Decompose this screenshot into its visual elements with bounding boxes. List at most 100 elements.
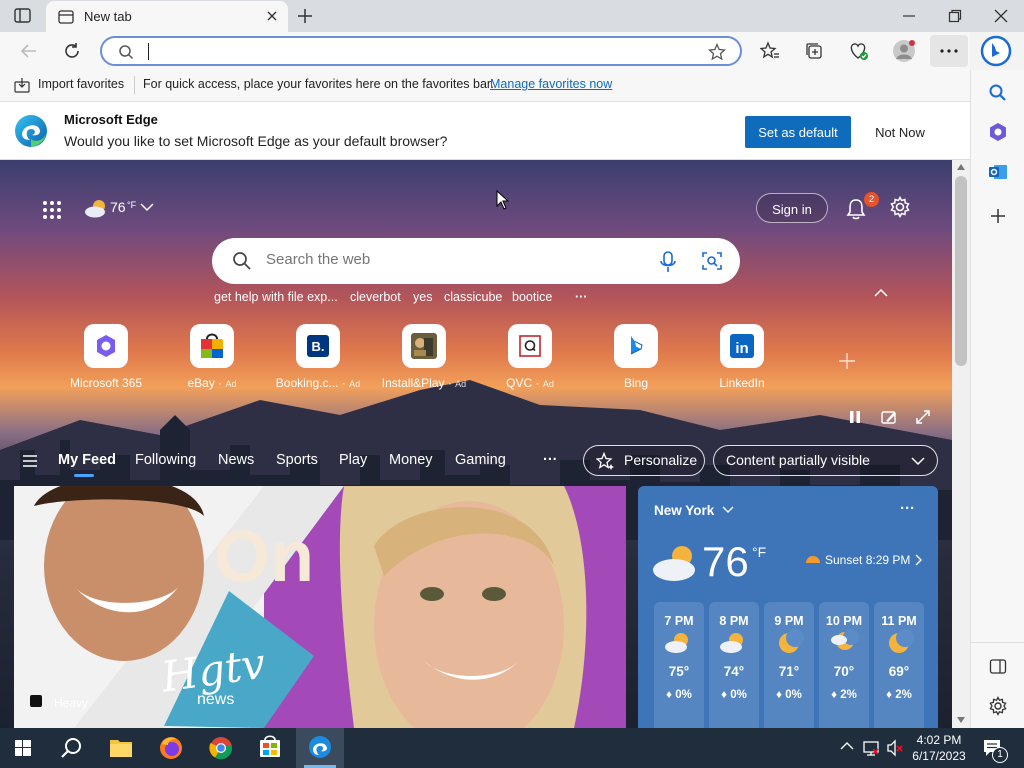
tab-play[interactable]: Play xyxy=(339,452,367,468)
hide-sidebar-icon[interactable] xyxy=(989,658,1007,676)
more-tabs[interactable]: ··· xyxy=(543,452,558,468)
set-as-default-button[interactable]: Set as default xyxy=(745,116,851,148)
chevron-right-icon[interactable] xyxy=(915,554,923,566)
import-favorites-icon[interactable] xyxy=(14,77,30,93)
quick-link-linkedin[interactable]: in LinkedIn xyxy=(698,324,786,390)
close-tab-icon[interactable] xyxy=(266,10,278,22)
edit-background-icon[interactable] xyxy=(881,409,897,425)
restore-icon[interactable] xyxy=(948,9,962,23)
hamburger-menu-icon[interactable] xyxy=(22,454,38,468)
minimize-icon[interactable] xyxy=(902,9,916,23)
page-scrollbar[interactable] xyxy=(952,160,970,728)
hour-temp: 71° xyxy=(778,664,800,679)
network-icon[interactable] xyxy=(862,739,880,757)
quick-link-bing[interactable]: Bing xyxy=(592,324,680,390)
refresh-icon[interactable] xyxy=(63,42,81,60)
not-now-button[interactable]: Not Now xyxy=(858,116,942,148)
page-settings-gear-icon[interactable] xyxy=(889,196,911,218)
personalize-button[interactable]: Personalize xyxy=(583,445,705,476)
ad-tag: Ad xyxy=(225,379,237,389)
microphone-icon[interactable] xyxy=(660,251,676,273)
taskbar-search-icon[interactable] xyxy=(48,728,94,768)
volume-muted-icon[interactable] xyxy=(886,739,904,757)
chevron-down-icon[interactable] xyxy=(722,506,734,514)
tab-title: New tab xyxy=(84,9,132,24)
import-favorites-label[interactable]: Import favorites xyxy=(38,77,124,91)
microsoft-store-icon[interactable] xyxy=(247,728,293,768)
quick-link-qvc[interactable]: QVC · Ad xyxy=(486,324,574,390)
bing-chat-icon[interactable] xyxy=(980,35,1012,67)
file-explorer-icon[interactable] xyxy=(98,728,144,768)
favorites-bar: Import favorites For quick access, place… xyxy=(0,70,970,102)
sidebar-search-icon[interactable] xyxy=(988,83,1008,103)
sign-in-button[interactable]: Sign in xyxy=(756,193,828,223)
browser-essentials-icon[interactable] xyxy=(848,41,870,61)
new-tab-plus-icon[interactable] xyxy=(296,7,314,25)
tab-new-tab[interactable]: New tab xyxy=(46,1,288,32)
quick-link-label: Microsoft 365 xyxy=(69,376,143,390)
collections-icon[interactable] xyxy=(804,41,824,61)
favorites-icon[interactable] xyxy=(760,41,780,61)
weather-more-options[interactable]: ··· xyxy=(900,500,915,517)
back-arrow-icon[interactable] xyxy=(20,42,38,60)
tab-following[interactable]: Following xyxy=(135,452,196,468)
tab-news[interactable]: News xyxy=(218,452,254,468)
hour-time: 10 PM xyxy=(825,614,863,628)
add-quick-link-plus-icon[interactable] xyxy=(838,352,856,370)
title-bar: New tab xyxy=(0,0,1024,32)
hgtv-logo-sub: news xyxy=(197,691,234,708)
apps-launcher-icon[interactable] xyxy=(42,200,62,220)
scroll-down-arrow-icon[interactable] xyxy=(957,717,965,723)
weather-widget-button[interactable]: 76 °F xyxy=(84,196,158,220)
system-clock[interactable]: 4:02 PM 6/17/2023 xyxy=(908,732,970,766)
address-input[interactable] xyxy=(146,42,686,62)
show-hidden-icons-chevron-icon[interactable] xyxy=(840,741,854,751)
profile-avatar[interactable] xyxy=(892,39,916,63)
notifications-button[interactable]: 2 xyxy=(844,192,879,224)
suggestion-4[interactable]: classicube xyxy=(444,290,502,304)
weather-card[interactable]: New York ··· 76 °F Sunset 8:29 PM 7 PM 7… xyxy=(638,486,938,728)
search-input[interactable] xyxy=(266,251,626,268)
scrollbar-thumb[interactable] xyxy=(955,176,967,366)
suggestion-2[interactable]: cleverbot xyxy=(350,290,401,304)
collapse-chevron-up-icon[interactable] xyxy=(874,288,888,298)
tab-my-feed[interactable]: My Feed xyxy=(58,452,116,468)
sidebar-settings-gear-icon[interactable] xyxy=(988,696,1008,716)
settings-more-button[interactable] xyxy=(930,35,968,67)
sidebar-outlook-icon[interactable] xyxy=(988,162,1008,182)
content-visibility-dropdown[interactable]: Content partially visible xyxy=(713,445,938,476)
tab-gaming[interactable]: Gaming xyxy=(455,452,506,468)
suggestion-1[interactable]: get help with file exp... xyxy=(214,290,338,304)
suggestion-5[interactable]: bootice xyxy=(512,290,552,304)
address-bar[interactable] xyxy=(100,36,742,66)
scroll-up-arrow-icon[interactable] xyxy=(957,164,965,170)
sidebar-office-icon[interactable] xyxy=(988,122,1008,142)
hourly-forecast-8pm: 8 PM 74° ♦ 0% xyxy=(709,602,759,728)
expand-icon[interactable] xyxy=(915,409,931,425)
edge-taskbar-icon[interactable] xyxy=(296,728,344,768)
web-search-box[interactable] xyxy=(212,238,740,284)
pause-background-icon[interactable] xyxy=(848,410,862,424)
hour-temp: 75° xyxy=(668,664,690,679)
weather-location[interactable]: New York xyxy=(654,503,714,518)
sidebar-add-icon[interactable] xyxy=(988,206,1008,226)
more-suggestions[interactable]: ··· xyxy=(575,290,588,304)
quick-link-install-play[interactable]: Install&Play · Ad xyxy=(380,324,468,390)
suggestion-3[interactable]: yes xyxy=(413,290,432,304)
quick-link-label: Bing xyxy=(623,376,649,390)
quick-link-ebay[interactable]: eBay · Ad xyxy=(168,324,256,390)
quick-link-booking[interactable]: B. Booking.c... · Ad xyxy=(274,324,362,390)
chrome-icon[interactable] xyxy=(198,728,244,768)
windows-start-icon[interactable] xyxy=(0,728,46,768)
hero-news-card[interactable]: On Hgtv news Heavy xyxy=(14,486,626,728)
tab-money[interactable]: Money xyxy=(389,452,433,468)
quick-link-microsoft-365[interactable]: Microsoft 365 xyxy=(62,324,150,390)
visual-search-icon[interactable] xyxy=(702,251,722,271)
tab-sports[interactable]: Sports xyxy=(276,452,318,468)
manage-favorites-link[interactable]: Manage favorites now xyxy=(490,77,612,91)
ebay-bag-icon xyxy=(190,324,234,368)
firefox-icon[interactable] xyxy=(148,728,194,768)
close-window-icon[interactable] xyxy=(994,9,1008,23)
tab-actions-icon[interactable] xyxy=(14,8,32,24)
favorite-star-icon[interactable] xyxy=(708,43,726,61)
